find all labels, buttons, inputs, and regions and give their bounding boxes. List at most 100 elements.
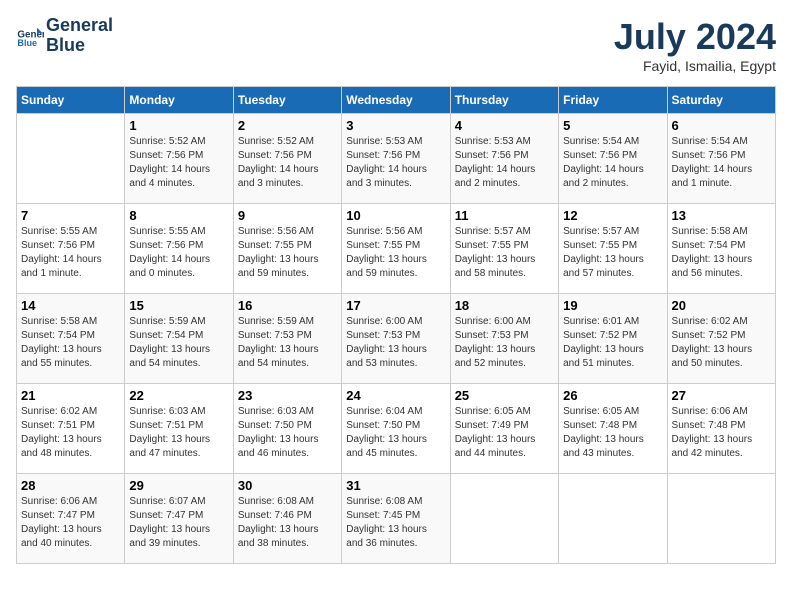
calendar-cell: 10 Sunrise: 5:56 AM Sunset: 7:55 PM Dayli…: [342, 204, 450, 294]
day-info: Sunrise: 5:58 AM Sunset: 7:54 PM Dayligh…: [21, 315, 120, 371]
day-info: Sunrise: 5:54 AM Sunset: 7:56 PM Dayligh…: [672, 135, 771, 191]
day-info: Sunrise: 6:04 AM Sunset: 7:50 PM Dayligh…: [346, 405, 445, 461]
day-number: 24: [346, 388, 445, 403]
day-number: 31: [346, 478, 445, 493]
calendar-body: 1 Sunrise: 5:52 AM Sunset: 7:56 PM Daylig…: [17, 114, 776, 564]
calendar-week-4: 21 Sunrise: 6:02 AM Sunset: 7:51 PM Dayli…: [17, 384, 776, 474]
calendar-cell: 15 Sunrise: 5:59 AM Sunset: 7:54 PM Dayli…: [125, 294, 233, 384]
day-number: 29: [129, 478, 228, 493]
title-area: July 2024 Fayid, Ismailia, Egypt: [614, 16, 776, 74]
day-info: Sunrise: 5:56 AM Sunset: 7:55 PM Dayligh…: [346, 225, 445, 281]
day-info: Sunrise: 5:57 AM Sunset: 7:55 PM Dayligh…: [563, 225, 662, 281]
calendar-cell: 1 Sunrise: 5:52 AM Sunset: 7:56 PM Daylig…: [125, 114, 233, 204]
logo-text: General Blue: [46, 16, 113, 56]
calendar-cell: [667, 474, 775, 564]
day-info: Sunrise: 5:55 AM Sunset: 7:56 PM Dayligh…: [21, 225, 120, 281]
day-number: 3: [346, 118, 445, 133]
day-info: Sunrise: 6:03 AM Sunset: 7:51 PM Dayligh…: [129, 405, 228, 461]
day-number: 15: [129, 298, 228, 313]
day-number: 10: [346, 208, 445, 223]
day-info: Sunrise: 5:54 AM Sunset: 7:56 PM Dayligh…: [563, 135, 662, 191]
day-number: 6: [672, 118, 771, 133]
column-header-tuesday: Tuesday: [233, 87, 341, 114]
day-info: Sunrise: 5:58 AM Sunset: 7:54 PM Dayligh…: [672, 225, 771, 281]
day-info: Sunrise: 5:59 AM Sunset: 7:53 PM Dayligh…: [238, 315, 337, 371]
svg-text:Blue: Blue: [17, 38, 37, 48]
calendar-cell: 12 Sunrise: 5:57 AM Sunset: 7:55 PM Dayli…: [559, 204, 667, 294]
day-number: 26: [563, 388, 662, 403]
calendar-cell: 2Sunrise: 5:52 AM Sunset: 7:56 PM Daylig…: [233, 114, 341, 204]
day-number: 21: [21, 388, 120, 403]
calendar-week-1: 1 Sunrise: 5:52 AM Sunset: 7:56 PM Daylig…: [17, 114, 776, 204]
day-number: 28: [21, 478, 120, 493]
calendar-cell: 17Sunrise: 6:00 AM Sunset: 7:53 PM Dayli…: [342, 294, 450, 384]
day-number: 27: [672, 388, 771, 403]
day-number: 25: [455, 388, 554, 403]
calendar-cell: 18 Sunrise: 6:00 AM Sunset: 7:53 PM Dayli…: [450, 294, 558, 384]
day-info: Sunrise: 6:05 AM Sunset: 7:48 PM Dayligh…: [563, 405, 662, 461]
calendar-cell: 21 Sunrise: 6:02 AM Sunset: 7:51 PM Dayli…: [17, 384, 125, 474]
day-info: Sunrise: 6:08 AM Sunset: 7:45 PM Dayligh…: [346, 495, 445, 551]
day-info: Sunrise: 6:05 AM Sunset: 7:49 PM Dayligh…: [455, 405, 554, 461]
calendar-cell: 25 Sunrise: 6:05 AM Sunset: 7:49 PM Dayli…: [450, 384, 558, 474]
day-number: 22: [129, 388, 228, 403]
calendar-cell: 16 Sunrise: 5:59 AM Sunset: 7:53 PM Dayli…: [233, 294, 341, 384]
calendar-cell: 20Sunrise: 6:02 AM Sunset: 7:52 PM Dayli…: [667, 294, 775, 384]
day-info: Sunrise: 6:02 AM Sunset: 7:51 PM Dayligh…: [21, 405, 120, 461]
day-number: 7: [21, 208, 120, 223]
day-info: Sunrise: 5:56 AM Sunset: 7:55 PM Dayligh…: [238, 225, 337, 281]
calendar-cell: 7 Sunrise: 5:55 AM Sunset: 7:56 PM Daylig…: [17, 204, 125, 294]
calendar-week-5: 28 Sunrise: 6:06 AM Sunset: 7:47 PM Dayli…: [17, 474, 776, 564]
calendar-cell: 29 Sunrise: 6:07 AM Sunset: 7:47 PM Dayli…: [125, 474, 233, 564]
day-info: Sunrise: 5:52 AM Sunset: 7:56 PM Dayligh…: [238, 135, 337, 191]
column-header-sunday: Sunday: [17, 87, 125, 114]
day-info: Sunrise: 6:08 AM Sunset: 7:46 PM Dayligh…: [238, 495, 337, 551]
day-number: 14: [21, 298, 120, 313]
day-info: Sunrise: 6:03 AM Sunset: 7:50 PM Dayligh…: [238, 405, 337, 461]
day-info: Sunrise: 5:57 AM Sunset: 7:55 PM Dayligh…: [455, 225, 554, 281]
day-number: 12: [563, 208, 662, 223]
calendar-week-3: 14 Sunrise: 5:58 AM Sunset: 7:54 PM Dayli…: [17, 294, 776, 384]
day-number: 9: [238, 208, 337, 223]
calendar-cell: 28 Sunrise: 6:06 AM Sunset: 7:47 PM Dayli…: [17, 474, 125, 564]
calendar-cell: 24 Sunrise: 6:04 AM Sunset: 7:50 PM Dayli…: [342, 384, 450, 474]
day-info: Sunrise: 5:55 AM Sunset: 7:56 PM Dayligh…: [129, 225, 228, 281]
calendar-cell: 31 Sunrise: 6:08 AM Sunset: 7:45 PM Dayli…: [342, 474, 450, 564]
calendar-cell: 4 Sunrise: 5:53 AM Sunset: 7:56 PM Daylig…: [450, 114, 558, 204]
calendar-cell: 23 Sunrise: 6:03 AM Sunset: 7:50 PM Dayli…: [233, 384, 341, 474]
day-info: Sunrise: 6:02 AM Sunset: 7:52 PM Dayligh…: [672, 315, 771, 371]
month-title: July 2024: [614, 16, 776, 58]
day-number: 19: [563, 298, 662, 313]
day-number: 4: [455, 118, 554, 133]
calendar-cell: [17, 114, 125, 204]
calendar-cell: 26 Sunrise: 6:05 AM Sunset: 7:48 PM Dayli…: [559, 384, 667, 474]
day-number: 23: [238, 388, 337, 403]
day-info: Sunrise: 6:06 AM Sunset: 7:47 PM Dayligh…: [21, 495, 120, 551]
calendar-cell: [559, 474, 667, 564]
day-number: 18: [455, 298, 554, 313]
calendar-cell: 5 Sunrise: 5:54 AM Sunset: 7:56 PM Daylig…: [559, 114, 667, 204]
day-info: Sunrise: 5:52 AM Sunset: 7:56 PM Dayligh…: [129, 135, 228, 191]
logo-icon: General Blue: [16, 22, 44, 50]
day-info: Sunrise: 6:06 AM Sunset: 7:48 PM Dayligh…: [672, 405, 771, 461]
day-number: 30: [238, 478, 337, 493]
calendar-cell: 22 Sunrise: 6:03 AM Sunset: 7:51 PM Dayli…: [125, 384, 233, 474]
day-number: 11: [455, 208, 554, 223]
calendar-week-2: 7 Sunrise: 5:55 AM Sunset: 7:56 PM Daylig…: [17, 204, 776, 294]
day-info: Sunrise: 5:59 AM Sunset: 7:54 PM Dayligh…: [129, 315, 228, 371]
day-info: Sunrise: 6:07 AM Sunset: 7:47 PM Dayligh…: [129, 495, 228, 551]
calendar-cell: 3Sunrise: 5:53 AM Sunset: 7:56 PM Daylig…: [342, 114, 450, 204]
calendar-header-row: SundayMondayTuesdayWednesdayThursdayFrid…: [17, 87, 776, 114]
day-info: Sunrise: 5:53 AM Sunset: 7:56 PM Dayligh…: [455, 135, 554, 191]
day-number: 5: [563, 118, 662, 133]
calendar-cell: 13Sunrise: 5:58 AM Sunset: 7:54 PM Dayli…: [667, 204, 775, 294]
page-header: General Blue General Blue July 2024 Fayi…: [16, 16, 776, 74]
day-info: Sunrise: 6:00 AM Sunset: 7:53 PM Dayligh…: [455, 315, 554, 371]
day-number: 1: [129, 118, 228, 133]
day-number: 16: [238, 298, 337, 313]
location: Fayid, Ismailia, Egypt: [614, 58, 776, 74]
column-header-thursday: Thursday: [450, 87, 558, 114]
column-header-saturday: Saturday: [667, 87, 775, 114]
calendar-table: SundayMondayTuesdayWednesdayThursdayFrid…: [16, 86, 776, 564]
column-header-monday: Monday: [125, 87, 233, 114]
